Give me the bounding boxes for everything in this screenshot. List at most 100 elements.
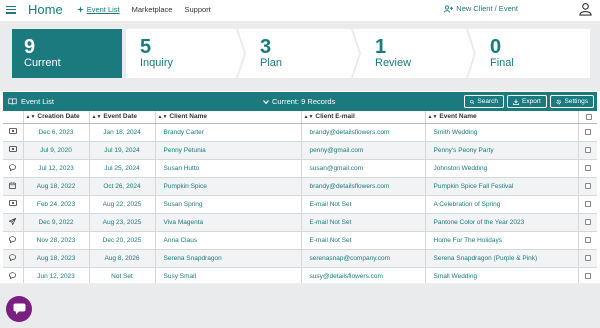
row-checkbox-cell[interactable] — [578, 195, 597, 214]
client-email-cell[interactable]: serenasnap@company.com — [301, 249, 426, 268]
column-header-event-name[interactable]: ▲▼ Event Name — [425, 111, 579, 124]
creation-date-cell[interactable]: Aug 18, 2023 — [23, 249, 90, 268]
table-row[interactable]: Nov 28, 2023 Dec 20, 2025 Anna Claus E-mail… — [3, 231, 597, 250]
event-name-cell[interactable]: A Celebration of Spring — [425, 195, 579, 214]
client-name-cell[interactable]: Pumpkin Spice — [155, 177, 302, 196]
row-checkbox[interactable] — [584, 218, 591, 225]
client-name-cell[interactable]: Susan Hutto — [155, 159, 302, 178]
event-name-cell[interactable]: Smith Wedding — [425, 123, 579, 142]
client-email-cell[interactable]: brandy@detailsflowers.com — [301, 177, 426, 196]
client-email-cell[interactable]: susan@gmail.com — [301, 159, 426, 178]
nav-link-event-list[interactable]: Event List — [76, 5, 120, 14]
column-header-client-email[interactable]: ▲▼ Client E-mail — [301, 111, 426, 124]
hamburger-menu-icon[interactable] — [6, 5, 16, 14]
table-row[interactable]: Aug 18, 2022 Oct 26, 2024 Pumpkin Spice bra… — [3, 177, 597, 196]
event-name-cell[interactable]: Pumpkin Spice Fall Festival — [425, 177, 579, 196]
event-name-cell[interactable]: Penny's Peony Party — [425, 141, 579, 160]
row-checkbox-cell[interactable] — [578, 213, 597, 232]
row-checkbox-cell[interactable] — [578, 177, 597, 196]
row-checkbox[interactable] — [584, 254, 591, 261]
stage-plan[interactable]: 3 Plan — [238, 29, 359, 78]
client-name-cell[interactable]: Viva Magenta — [155, 213, 302, 232]
event-date-cell[interactable]: Jan 18, 2024 — [89, 123, 156, 142]
top-nav: Home Event List Marketplace Support New … — [0, 0, 600, 19]
event-date-cell[interactable]: Jul 25, 2024 — [89, 159, 156, 178]
column-header-creation-date[interactable]: ▲▼ Creation Date — [23, 111, 90, 124]
select-all-checkbox-cell[interactable] — [578, 111, 597, 124]
row-checkbox[interactable] — [584, 272, 591, 279]
export-button[interactable]: Export — [507, 95, 547, 108]
table-row[interactable]: Jul 9, 2020 Jul 19, 2024 Penny Petunia penn… — [3, 141, 597, 160]
column-header-event-date[interactable]: ▲▼ Event Date — [89, 111, 156, 124]
stage-current[interactable]: 9 Current — [12, 29, 122, 78]
search-button[interactable]: Search — [464, 95, 504, 108]
table-row[interactable]: Dec 6, 2023 Jan 18, 2024 Brandy Carter bran… — [3, 123, 597, 142]
creation-date-cell[interactable]: Jul 12, 2023 — [23, 159, 90, 178]
client-email-cell[interactable]: penny@gmail.com — [301, 141, 426, 160]
event-name-cell[interactable]: Home For The Holidays — [425, 231, 579, 250]
client-email-cell[interactable]: E-mail Not Set — [301, 195, 426, 214]
home-title[interactable]: Home — [28, 2, 63, 17]
settings-label: Settings — [564, 98, 589, 105]
row-checkbox-cell[interactable] — [578, 141, 597, 160]
records-filter-dropdown[interactable]: Current: 9 Records — [263, 97, 335, 106]
add-user-icon — [444, 4, 454, 13]
event-name-cell[interactable]: Serena Snapdragon (Purple & Pink) — [425, 249, 579, 268]
table-row[interactable]: Jul 12, 2023 Jul 25, 2024 Susan Hutto susan… — [3, 159, 597, 178]
money-icon — [8, 146, 17, 154]
new-client-label: New Client / Event — [456, 4, 518, 13]
row-checkbox[interactable] — [584, 182, 591, 189]
table-row[interactable]: Dec 9, 2022 Aug 23, 2025 Viva Magenta E-mai… — [3, 213, 597, 232]
table-row[interactable]: Aug 18, 2023 Aug 8, 2026 Serena Snapdragon… — [3, 249, 597, 268]
client-name-cell[interactable]: Anna Claus — [155, 231, 302, 250]
client-name-cell[interactable]: Serena Snapdragon — [155, 249, 302, 268]
event-date-cell[interactable]: Jul 19, 2024 — [89, 141, 156, 160]
stage-pipeline: 9 Current 5 Inquiry 3 Plan 1 Review 0 Fi… — [12, 29, 590, 78]
records-count-label: Current: 9 Records — [272, 97, 336, 106]
event-name-cell[interactable]: Pantone Color of the Year 2023 — [425, 213, 579, 232]
creation-date-cell[interactable]: Dec 9, 2022 — [23, 213, 90, 232]
row-checkbox[interactable] — [584, 164, 591, 171]
event-name-cell[interactable]: Johnston Wedding — [425, 159, 579, 178]
client-email-cell[interactable]: E-mail Not Set — [301, 231, 426, 250]
user-account-icon[interactable] — [579, 2, 592, 16]
chat-icon — [9, 163, 17, 173]
client-name-cell[interactable]: Brandy Carter — [155, 123, 302, 142]
creation-date-cell[interactable]: Dec 6, 2023 — [23, 123, 90, 142]
chat-support-button[interactable] — [6, 296, 32, 322]
row-checkbox-cell[interactable] — [578, 249, 597, 268]
stage-inquiry[interactable]: 5 Inquiry — [126, 29, 244, 78]
row-checkbox[interactable] — [584, 146, 591, 153]
book-icon — [8, 98, 17, 105]
event-date-cell[interactable]: Aug 8, 2026 — [89, 249, 156, 268]
client-name-cell[interactable]: Susan Spring — [155, 195, 302, 214]
creation-date-cell[interactable]: Feb 24, 2023 — [23, 195, 90, 214]
event-date-cell[interactable]: Aug 23, 2025 — [89, 213, 156, 232]
stage-review[interactable]: 1 Review — [353, 29, 474, 78]
row-checkbox[interactable] — [584, 128, 591, 135]
row-checkbox-cell[interactable] — [578, 123, 597, 142]
row-checkbox-cell[interactable] — [578, 159, 597, 178]
stage-final[interactable]: 0 Final — [468, 29, 590, 78]
creation-date-cell[interactable]: Jul 9, 2020 — [23, 141, 90, 160]
client-email-cell[interactable]: brandy@detailsflowers.com — [301, 123, 426, 142]
client-email-cell[interactable]: E-mail Not Set — [301, 213, 426, 232]
event-date-cell[interactable]: Oct 26, 2024 — [89, 177, 156, 196]
gear-icon — [556, 99, 562, 104]
table-row[interactable]: Feb 24, 2023 Aug 22, 2025 Susan Spring E-ma… — [3, 195, 597, 214]
row-checkbox[interactable] — [584, 200, 591, 207]
column-header-client-name[interactable]: ▲▼ Client Name — [155, 111, 302, 124]
client-name-cell[interactable]: Penny Petunia — [155, 141, 302, 160]
row-checkbox-cell[interactable] — [578, 231, 597, 250]
new-client-event-button[interactable]: New Client / Event — [444, 4, 518, 13]
settings-button[interactable]: Settings — [550, 95, 594, 108]
sort-icon: ▲▼ — [91, 114, 102, 121]
creation-date-cell[interactable]: Nov 28, 2023 — [23, 231, 90, 250]
event-date-cell[interactable]: Dec 20, 2025 — [89, 231, 156, 250]
nav-link-support[interactable]: Support — [184, 5, 210, 14]
row-checkbox[interactable] — [584, 236, 591, 243]
nav-link-marketplace[interactable]: Marketplace — [132, 5, 173, 14]
select-all-checkbox[interactable] — [585, 113, 592, 120]
creation-date-cell[interactable]: Aug 18, 2022 — [23, 177, 90, 196]
event-date-cell[interactable]: Aug 22, 2025 — [89, 195, 156, 214]
